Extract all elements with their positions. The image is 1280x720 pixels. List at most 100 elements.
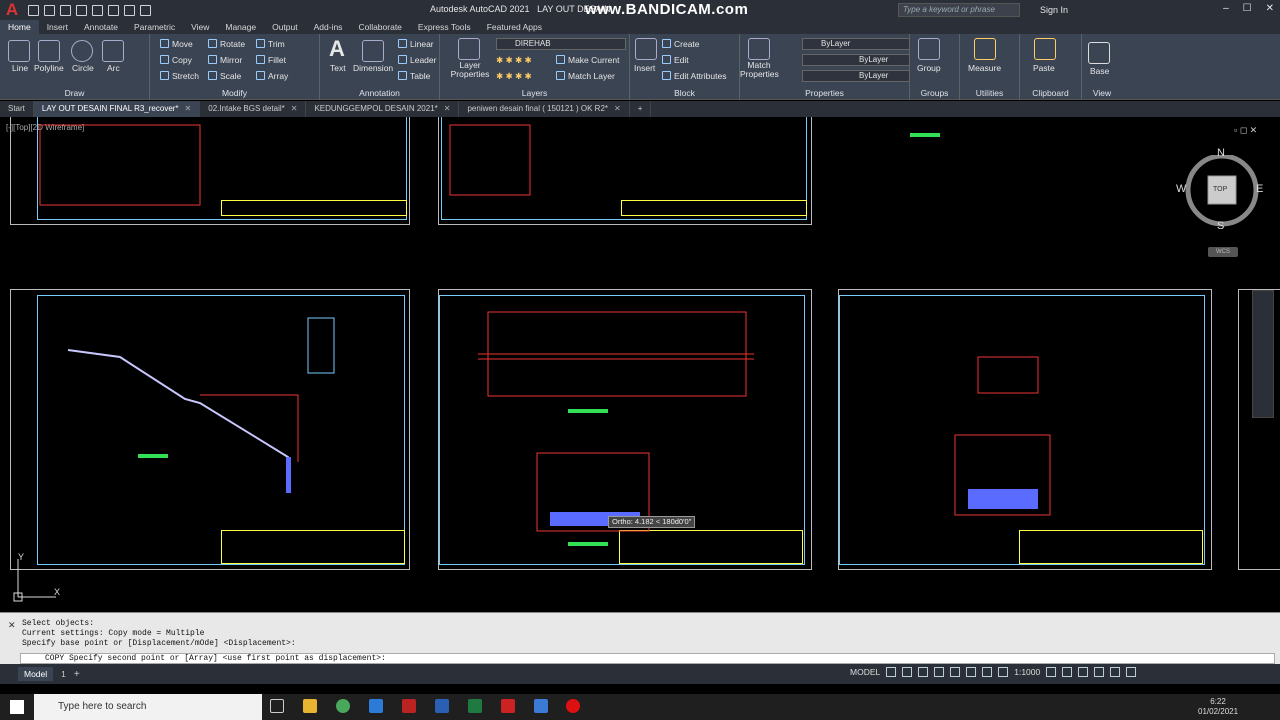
layout-tab[interactable]: 1 (61, 669, 66, 679)
minimize-icon[interactable]: – (1223, 3, 1229, 14)
redo-icon[interactable] (140, 4, 151, 16)
block-panel-title[interactable]: Block (630, 88, 739, 98)
close-icon[interactable]: ✕ (1266, 3, 1274, 14)
layers-panel-title[interactable]: Layers (440, 88, 629, 98)
paste-icon[interactable] (1034, 38, 1056, 60)
document-tab[interactable]: KEDUNGGEMPOL DESAIN 2021* ✕ (306, 101, 460, 117)
osnap-icon[interactable] (950, 667, 961, 677)
layer-properties-button[interactable]: Layer Properties (448, 61, 492, 79)
model-space-toggle[interactable]: MODEL (850, 667, 880, 677)
arc-icon[interactable] (102, 40, 124, 62)
sign-in-button[interactable]: Sign In (1040, 5, 1068, 15)
model-tab[interactable]: Model (18, 667, 54, 681)
taskbar-search[interactable]: Type here to search (34, 694, 262, 720)
wcs-menu[interactable]: WCS (1208, 247, 1238, 257)
view-panel-title[interactable]: View (1082, 88, 1122, 98)
maximize-icon[interactable]: ☐ (1243, 3, 1252, 14)
document-tab[interactable]: peniwen desain final ( 150121 ) OK R2* ✕ (459, 101, 630, 117)
fillet-button[interactable]: Fillet (256, 55, 286, 65)
annotation-visibility-icon[interactable] (998, 667, 1009, 677)
text-button[interactable]: Text (330, 63, 346, 73)
windows-start-icon[interactable] (10, 700, 24, 714)
mirror-button[interactable]: Mirror (208, 55, 242, 65)
ortho-icon[interactable] (918, 667, 929, 677)
circle-icon[interactable] (71, 40, 93, 62)
ribbon-tab-annotate[interactable]: Annotate (76, 20, 126, 34)
document-tab[interactable]: LAY OUT DESAIN FINAL R3_recover* ✕ (33, 101, 201, 117)
customization-menu-icon[interactable] (1126, 667, 1137, 677)
cloud-icon[interactable] (92, 4, 103, 16)
dimension-icon[interactable] (362, 40, 384, 62)
close-tab-icon[interactable]: ✕ (444, 104, 451, 113)
match-layer-button[interactable]: Match Layer (556, 71, 615, 81)
close-tab-icon[interactable]: ✕ (185, 104, 192, 113)
clipboard-panel-title[interactable]: Clipboard (1020, 88, 1081, 98)
line-icon[interactable] (8, 40, 30, 62)
linetype-dropdown[interactable]: ByLayer (802, 54, 910, 66)
lineweight-dropdown[interactable]: ByLayer (802, 70, 910, 82)
trim-button[interactable]: Trim (256, 39, 285, 49)
array-button[interactable]: Array (256, 71, 288, 81)
line-button[interactable]: Line (12, 63, 28, 73)
clean-screen-icon[interactable] (1110, 667, 1121, 677)
layer-state-icons[interactable]: ✱ ✱ ✱ ✱ (496, 55, 532, 66)
ribbon-tab-collaborate[interactable]: Collaborate (350, 20, 409, 34)
make-current-button[interactable]: Make Current (556, 55, 620, 65)
annotation-panel-title[interactable]: Annotation (320, 88, 439, 98)
insert-button[interactable]: Insert (634, 63, 655, 73)
ribbon-tab-insert[interactable]: Insert (39, 20, 76, 34)
table-button[interactable]: Table (398, 71, 430, 81)
polar-icon[interactable] (934, 667, 945, 677)
scale-button[interactable]: Scale (208, 71, 241, 81)
ribbon-tab-express-tools[interactable]: Express Tools (410, 20, 479, 34)
create-button[interactable]: Create (662, 39, 700, 49)
viewport-controls[interactable]: ▫ ◻ ✕ (1234, 125, 1257, 136)
modify-panel-title[interactable]: Modify (150, 88, 319, 98)
match-properties-button[interactable]: Match Properties (740, 61, 779, 79)
edit-button[interactable]: Edit (662, 55, 689, 65)
taskbar-clock[interactable]: 6:22 01/02/2021 (1198, 697, 1238, 717)
draw-panel-title[interactable]: Draw (0, 88, 149, 98)
autocad-taskbar-icon[interactable] (501, 699, 515, 713)
circle-button[interactable]: Circle (72, 63, 94, 73)
layer-dropdown[interactable]: DIREHAB (496, 38, 626, 50)
word-icon[interactable] (435, 699, 449, 713)
polyline-icon[interactable] (38, 40, 60, 62)
document-tab[interactable]: Start (0, 101, 34, 117)
base-icon[interactable] (1088, 42, 1110, 64)
excel-icon[interactable] (468, 699, 482, 713)
close-tab-icon[interactable]: ✕ (291, 104, 298, 113)
arc-button[interactable]: Arc (107, 63, 120, 73)
grid-icon[interactable] (886, 667, 897, 677)
utilities-panel-title[interactable]: Utilities (960, 88, 1019, 98)
insert-icon[interactable] (635, 38, 657, 60)
drawing-canvas[interactable]: [-][Top][2D Wireframe] Y X Ortho: 4.182 … (0, 117, 1280, 612)
save-as-icon[interactable] (76, 4, 87, 16)
properties-panel-title[interactable]: Properties (740, 88, 909, 98)
viewcube-top-face[interactable]: TOP (1213, 186, 1227, 193)
new-tab-icon[interactable]: + (630, 101, 652, 117)
app-icon[interactable] (402, 699, 416, 713)
rotate-button[interactable]: Rotate (208, 39, 245, 49)
add-layout-icon[interactable]: + (74, 669, 80, 680)
edit-attributes-button[interactable]: Edit Attributes (662, 71, 726, 81)
close-command-icon[interactable]: ✕ (8, 620, 16, 631)
mail-icon[interactable] (369, 699, 383, 713)
move-button[interactable]: Move (160, 39, 193, 49)
lineweight-icon[interactable] (966, 667, 977, 677)
viewcube-east[interactable]: E (1256, 183, 1263, 195)
layer-tool-icons[interactable]: ✱ ✱ ✱ ✱ (496, 71, 532, 82)
ribbon-tab-view[interactable]: View (183, 20, 217, 34)
viewcube-north[interactable]: N (1217, 147, 1225, 159)
plot-icon[interactable] (108, 4, 119, 16)
paste-button[interactable]: Paste (1033, 63, 1055, 73)
snap-icon[interactable] (902, 667, 913, 677)
measure-button[interactable]: Measure (968, 63, 1001, 73)
isolate-objects-icon[interactable] (1078, 667, 1089, 677)
search-input[interactable]: Type a keyword or phrase (898, 3, 1020, 17)
groups-panel-title[interactable]: Groups (910, 88, 959, 98)
file-explorer-icon[interactable] (303, 699, 317, 713)
viewcube-west[interactable]: W (1176, 183, 1186, 195)
match-properties-icon[interactable] (748, 38, 770, 60)
navigation-bar[interactable] (1252, 290, 1274, 418)
